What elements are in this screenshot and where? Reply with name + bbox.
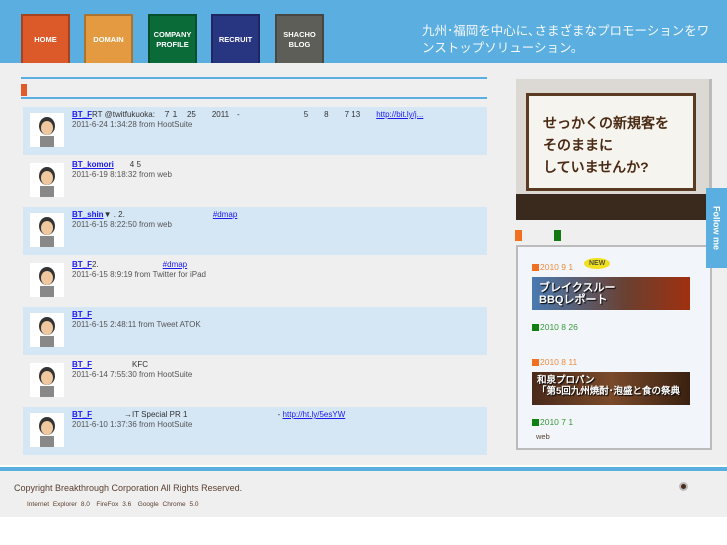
heading-marker-green (554, 230, 561, 241)
avatar (30, 313, 64, 347)
tweet-text: →IT Special PR 1 - (92, 410, 283, 419)
tweet: BT_shin▼ . 2. #dmap 2011-6-15 8:22:50 fro… (72, 210, 237, 229)
news-text: web (536, 432, 550, 441)
avatar (30, 263, 64, 297)
news-date: 2010 9 1 (532, 262, 573, 272)
tweet: BT_FRT @twitfukuoka: ７１ 25 2011 - 5 8 7 … (72, 110, 423, 129)
avatar (30, 363, 64, 397)
tweet-meta: 2011-6-15 2:48:11 from Tweet ATOK (72, 319, 201, 329)
banner-text: せっかくの新規客を そのままに していませんか? (543, 115, 669, 175)
tweet-row: BT_F KFC 2011-6-14 7:55:30 from HootSuite (23, 357, 487, 405)
tweet-meta: 2011-6-10 1:37:36 from HootSuite (72, 419, 193, 429)
header: HOME DOMAIN COMPANY PROFILE RECRUIT SHAC… (0, 0, 727, 63)
avatar (30, 413, 64, 447)
nav-home[interactable]: HOME (21, 14, 70, 63)
shochu-festival-image[interactable]: 和泉プロパン 「第5回九州焼酎･泡盛と食の祭典 (532, 372, 690, 405)
tweet-user-link[interactable]: BT_F (72, 310, 92, 319)
follow-me-tab[interactable]: Follow me (706, 188, 727, 268)
tweet-row: BT_shin▼ . 2. #dmap 2011-6-15 8:22:50 fro… (23, 207, 487, 255)
news-date: 2010 8 26 (532, 322, 578, 332)
bullet-icon (532, 263, 539, 271)
tweet: BT_komori 4 5 2011-6-19 8:18:32 from web (72, 160, 172, 179)
tweet-link[interactable]: #dmap (163, 260, 187, 269)
tweet-meta: 2011-6-15 8:9:19 from Twitter for iPad (72, 269, 206, 279)
avatar (30, 163, 64, 197)
section-marker (21, 84, 27, 96)
divider (21, 77, 487, 79)
news-box: 2010 9 1 NEW ブレイクスルー BBQレポート 2010 8 26 2… (516, 245, 712, 450)
bullet-icon (532, 358, 539, 366)
tweet-link[interactable]: http://ht.ly/5esYW (283, 410, 346, 419)
audience-silhouette (516, 194, 712, 220)
copyright: Copyright Breakthrough Corporation All R… (14, 483, 243, 493)
tweet-user-link[interactable]: BT_F (72, 260, 92, 269)
tweet-text: ▼ . 2. (103, 210, 213, 219)
tweet-user-link[interactable]: BT_F (72, 110, 92, 119)
tweet-row: BT_FRT @twitfukuoka: ７１ 25 2011 - 5 8 7 … (23, 107, 487, 155)
promo-banner[interactable]: せっかくの新規客を そのままに していませんか? (516, 79, 712, 220)
news-date: 2010 8 11 (532, 357, 577, 367)
tweet-text: 2. (92, 260, 163, 269)
nav-recruit[interactable]: RECRUIT (211, 14, 260, 63)
tweet-user-link[interactable]: BT_shin (72, 210, 104, 219)
new-badge: NEW (584, 258, 611, 269)
bbq-report-image[interactable]: ブレイクスルー BBQレポート (532, 277, 690, 310)
heading-marker-orange (515, 230, 522, 241)
footer: Copyright Breakthrough Corporation All R… (0, 471, 727, 517)
bullet-icon (532, 418, 539, 426)
page-top-icon[interactable] (679, 482, 688, 491)
tweet-text: KFC (92, 360, 148, 369)
nav-shacho-blog[interactable]: SHACHO BLOG (275, 14, 324, 63)
tweet: BT_F 2011-6-15 2:48:11 from Tweet ATOK (72, 310, 201, 329)
tweet-row: BT_komori 4 5 2011-6-19 8:18:32 from web (23, 157, 487, 205)
tweet-link[interactable]: http://bit.ly/j... (376, 110, 423, 119)
tweet: BT_F KFC 2011-6-14 7:55:30 from HootSuite (72, 360, 192, 379)
news-date: 2010 7 1 (532, 417, 573, 427)
tweet: BT_F2. #dmap 2011-6-15 8:9:19 from Twitte… (72, 260, 206, 279)
avatar (30, 213, 64, 247)
tweet-meta: 2011-6-15 8:22:50 from web (72, 219, 172, 229)
tweet-meta: 2011-6-19 8:18:32 from web (72, 169, 172, 179)
bullet-icon (532, 323, 539, 331)
tweet-meta: 2011-6-14 7:55:30 from HootSuite (72, 369, 193, 379)
tweet-user-link[interactable]: BT_komori (72, 160, 114, 169)
avatar (30, 113, 64, 147)
supported-browsers: Internet Explorer 8.0 FireFox 3.6 Google… (27, 501, 199, 508)
nav-domain[interactable]: DOMAIN (84, 14, 133, 63)
nav-company-profile[interactable]: COMPANY PROFILE (148, 14, 197, 63)
tweet-text: RT @twitfukuoka: ７１ 25 2011 - 5 8 7 13 (92, 110, 377, 119)
tweet-user-link[interactable]: BT_F (72, 360, 92, 369)
tagline: 九州･福岡を中心に､さまざまなプロモーションをワンストップソリューション。 (422, 23, 710, 55)
tweet-meta: 2011-6-24 1:34:28 from HootSuite (72, 119, 193, 129)
tweet-link[interactable]: #dmap (213, 210, 237, 219)
tweet-row: BT_F →IT Special PR 1 - http://ht.ly/5es… (23, 407, 487, 455)
tweet-user-link[interactable]: BT_F (72, 410, 92, 419)
divider (21, 97, 487, 99)
chalkboard: せっかくの新規客を そのままに していませんか? (526, 93, 696, 191)
tweet: BT_F →IT Special PR 1 - http://ht.ly/5es… (72, 410, 345, 429)
tweet-text: 4 5 (113, 160, 141, 169)
tweet-row: BT_F2. #dmap 2011-6-15 8:9:19 from Twitte… (23, 257, 487, 305)
tweet-row: BT_F 2011-6-15 2:48:11 from Tweet ATOK (23, 307, 487, 355)
